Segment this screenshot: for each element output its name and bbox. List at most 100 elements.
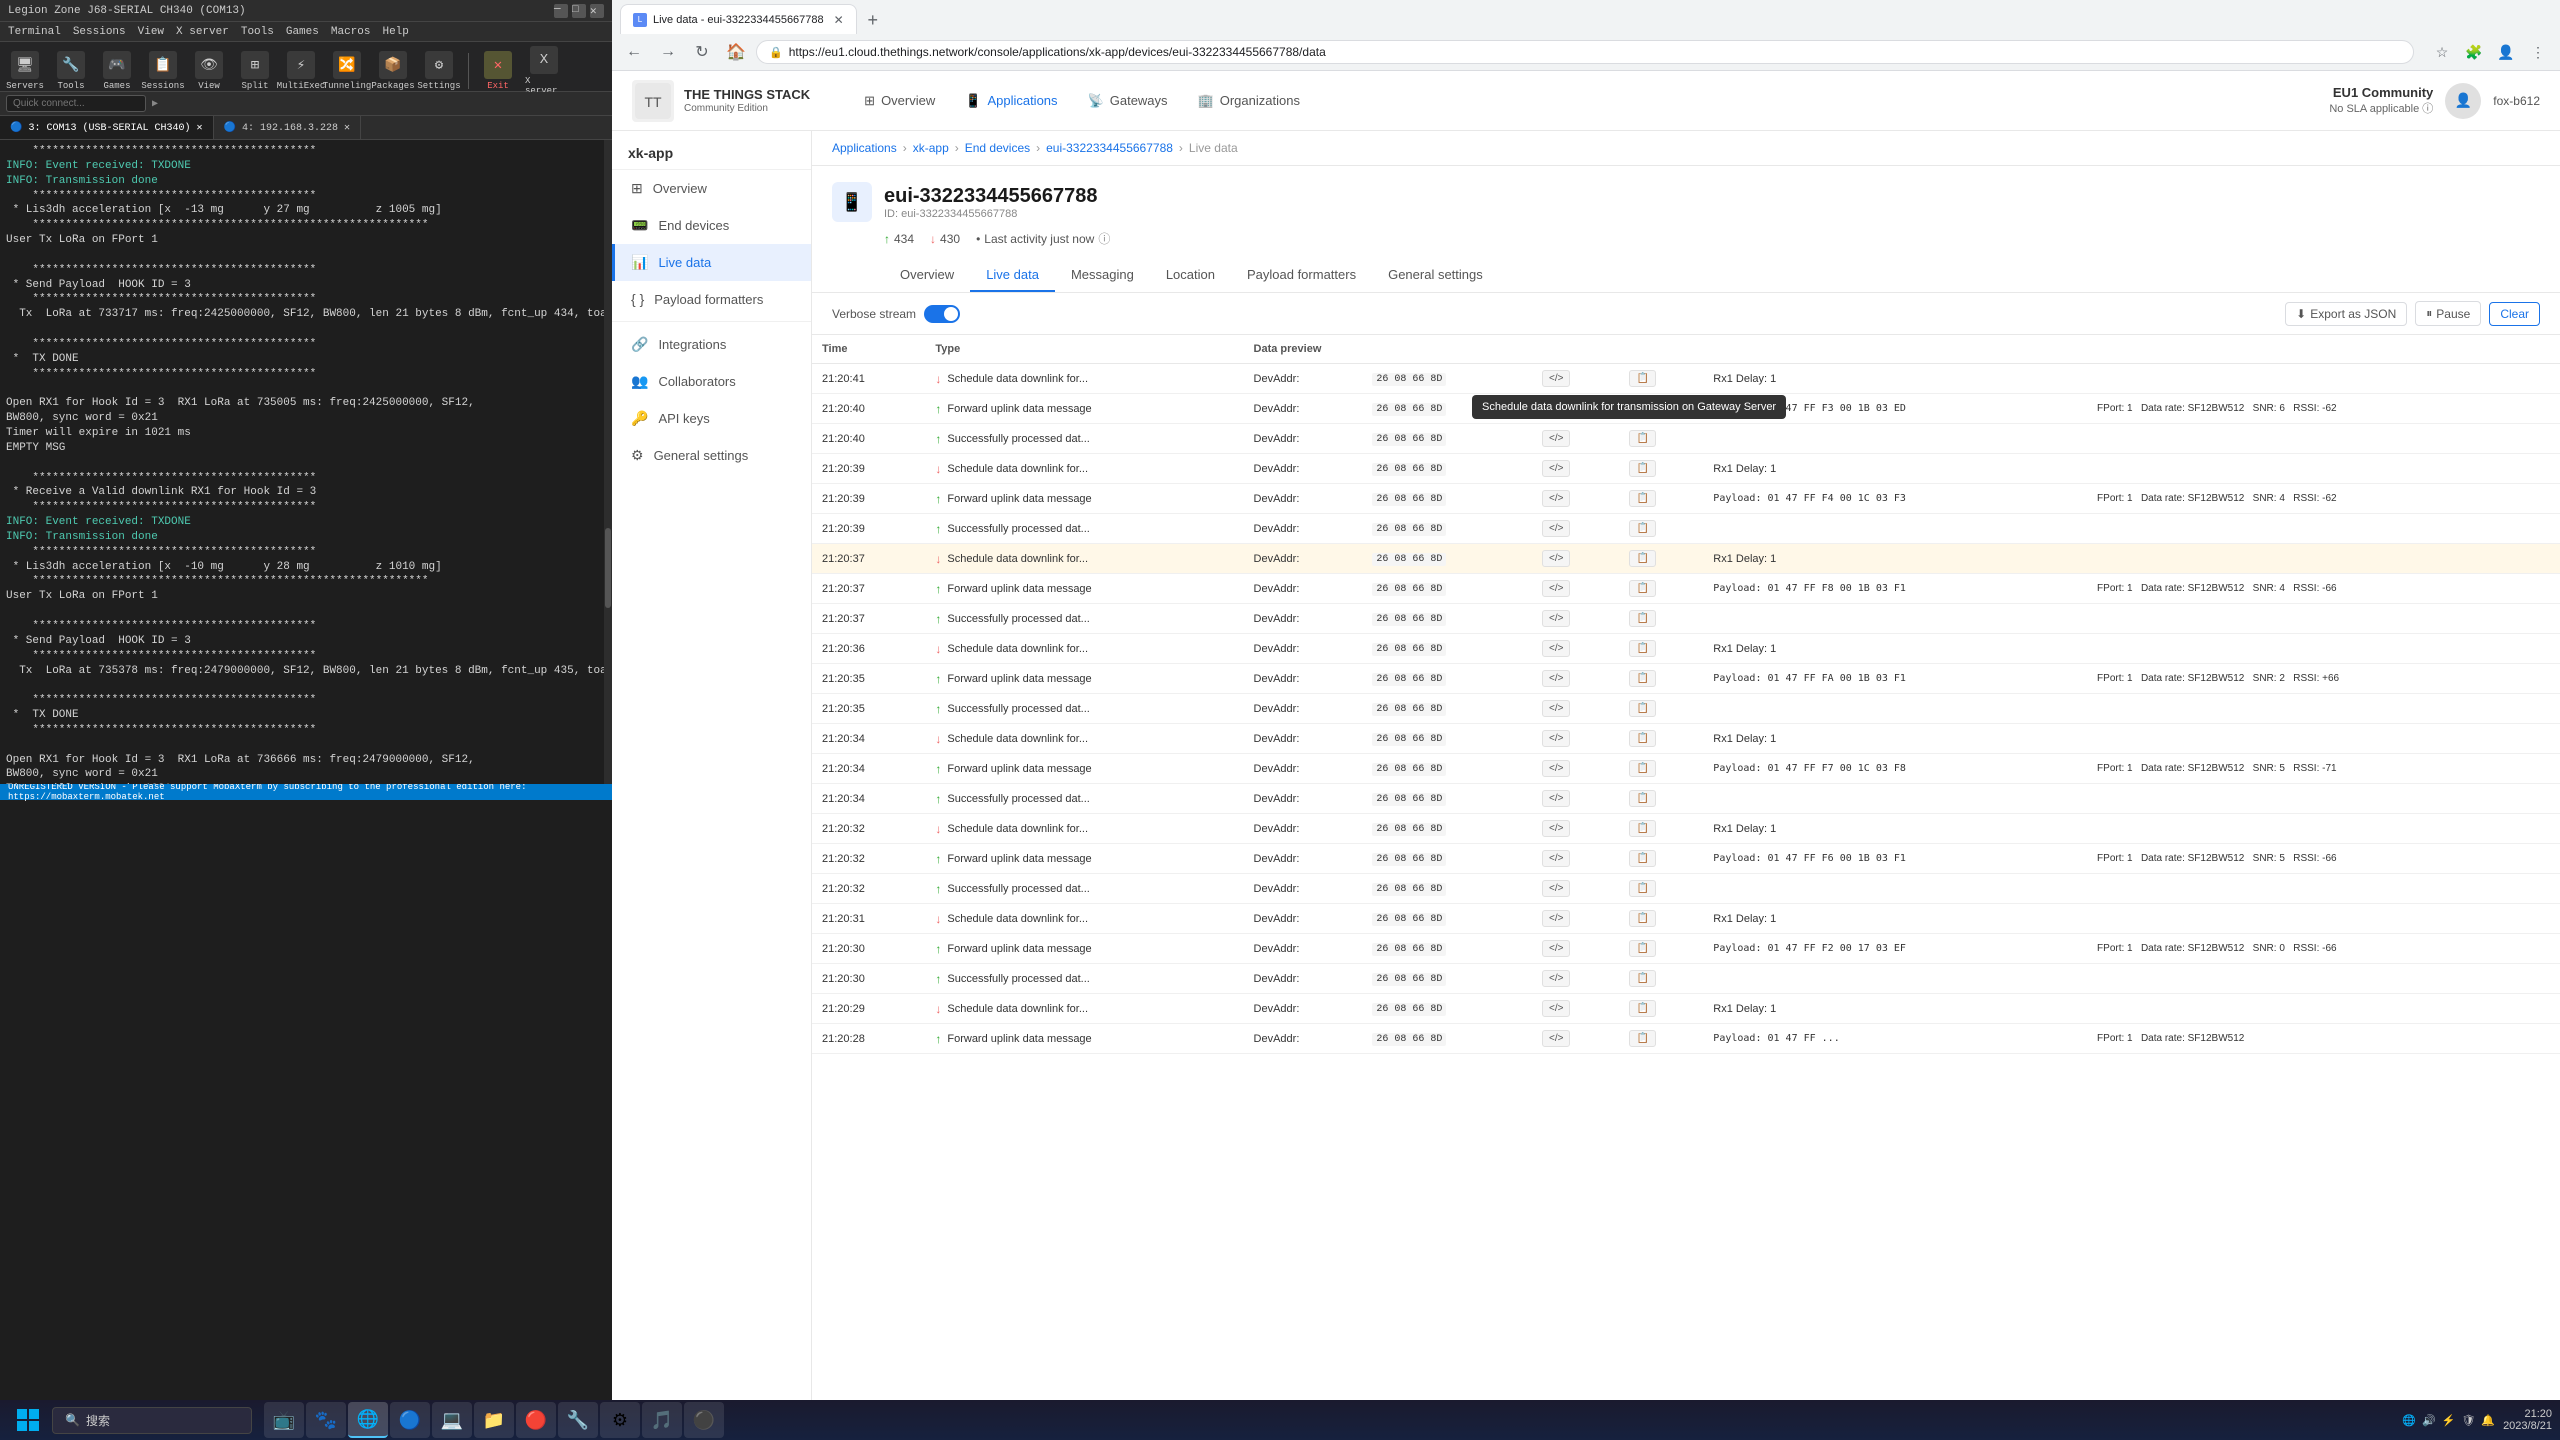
- row-action-detail[interactable]: 📋: [1619, 394, 1703, 424]
- table-row[interactable]: 21:20:41 ↓ Schedule data downlink for...…: [812, 364, 2560, 394]
- detail-btn[interactable]: 📋: [1629, 1000, 1655, 1017]
- tab-payload-formatters[interactable]: Payload formatters: [1231, 259, 1372, 292]
- terminal-scrollbar-thumb[interactable]: [605, 528, 611, 608]
- detail-btn[interactable]: 📋: [1629, 850, 1655, 867]
- live-data-table-container[interactable]: Schedule data downlink for transmission …: [812, 335, 2560, 1405]
- tab-live-data[interactable]: Live data: [970, 259, 1055, 292]
- taskbar-search[interactable]: 🔍 搜索: [52, 1407, 252, 1434]
- copy-btn[interactable]: </>: [1542, 670, 1570, 687]
- sidebar-item-payload[interactable]: { } Payload formatters: [612, 281, 811, 317]
- systray-notification-icon[interactable]: 🔔: [2481, 1414, 2495, 1427]
- tool-packages[interactable]: 📦 Packages: [372, 49, 414, 93]
- copy-btn[interactable]: </>: [1542, 700, 1570, 717]
- sidebar-item-api-keys[interactable]: 🔑 API keys: [612, 400, 811, 437]
- table-row[interactable]: 21:20:34 ↓Schedule data downlink for... …: [812, 724, 2560, 754]
- tool-settings[interactable]: ⚙ Settings: [418, 49, 460, 93]
- table-row[interactable]: 21:20:32 ↑Forward uplink data message De…: [812, 844, 2560, 874]
- table-row[interactable]: 21:20:39 ↓ Schedule data downlink for...…: [812, 454, 2560, 484]
- tab-general-settings[interactable]: General settings: [1372, 259, 1499, 292]
- sidebar-item-end-devices[interactable]: 📟 End devices: [612, 207, 811, 244]
- terminal-scrollbar[interactable]: [604, 140, 612, 784]
- taskbar-app-gear[interactable]: ⚙: [600, 1402, 640, 1438]
- tab-location[interactable]: Location: [1150, 259, 1231, 292]
- systray-network-icon[interactable]: 🌐: [2402, 1414, 2416, 1427]
- breadcrumb-xk-app[interactable]: xk-app: [913, 141, 949, 155]
- table-row[interactable]: 21:20:29 ↓Schedule data downlink for... …: [812, 994, 2560, 1024]
- taskbar-app-browser[interactable]: 🌐: [348, 1402, 388, 1438]
- tool-xserver[interactable]: X X server: [523, 44, 565, 98]
- menu-help[interactable]: Help: [382, 26, 408, 38]
- copy-btn[interactable]: </>: [1542, 760, 1570, 777]
- detail-btn[interactable]: 📋: [1629, 880, 1655, 897]
- pause-btn[interactable]: ⏸ Pause: [2415, 301, 2481, 326]
- nav-applications[interactable]: 📱 Applications: [951, 85, 1071, 117]
- copy-btn[interactable]: </>: [1542, 1030, 1570, 1047]
- new-tab-btn[interactable]: +: [859, 6, 887, 34]
- terminal-maximize-btn[interactable]: □: [572, 4, 586, 18]
- taskbar-app-terminal[interactable]: 💻: [432, 1402, 472, 1438]
- table-row[interactable]: 21:20:37 ↑ Forward uplink data message D…: [812, 574, 2560, 604]
- copy-btn[interactable]: </>: [1542, 940, 1570, 957]
- detail-btn[interactable]: 📋: [1629, 640, 1655, 657]
- detail-btn[interactable]: 📋: [1629, 1030, 1655, 1047]
- detail-btn[interactable]: 📋: [1629, 370, 1655, 387]
- copy-btn[interactable]: </>: [1542, 400, 1570, 417]
- browser-tab-active[interactable]: L Live data - eui-3322334455667788 ✕: [620, 4, 857, 34]
- table-row[interactable]: 21:20:39 ↑ Successfully processed dat...…: [812, 514, 2560, 544]
- tab-overview[interactable]: Overview: [884, 259, 970, 292]
- terminal-tab-2[interactable]: 🔵 4: 192.168.3.228 ✕: [214, 116, 362, 139]
- reload-btn[interactable]: ↻: [688, 38, 716, 66]
- taskbar-app-cat[interactable]: 🐾: [306, 1402, 346, 1438]
- terminal-minimize-btn[interactable]: ─: [554, 4, 568, 18]
- copy-btn[interactable]: </>: [1542, 820, 1570, 837]
- table-row[interactable]: 21:20:37 ↑Successfully processed dat... …: [812, 604, 2560, 634]
- table-row[interactable]: 21:20:39 ↑ Forward uplink data message D…: [812, 484, 2560, 514]
- detail-btn[interactable]: 📋: [1629, 490, 1655, 507]
- forward-btn[interactable]: →: [654, 38, 682, 66]
- detail-btn[interactable]: 📋: [1629, 550, 1655, 567]
- detail-btn[interactable]: 📋: [1629, 430, 1655, 447]
- menu-games[interactable]: Games: [286, 26, 319, 38]
- detail-btn[interactable]: 📋: [1629, 970, 1655, 987]
- verbose-toggle-switch[interactable]: [924, 305, 960, 323]
- menu-terminal[interactable]: Terminal: [8, 26, 61, 38]
- nav-organizations[interactable]: 🏢 Organizations: [1184, 85, 1314, 117]
- taskbar-app-blue[interactable]: 🔵: [390, 1402, 430, 1438]
- tab-close-icon[interactable]: ✕: [834, 13, 844, 27]
- systray-speaker-icon[interactable]: 🔊: [2422, 1414, 2436, 1427]
- sidebar-item-live-data[interactable]: 📊 Live data: [612, 244, 811, 281]
- menu-sessions[interactable]: Sessions: [73, 26, 126, 38]
- tool-split[interactable]: ⊞ Split: [234, 49, 276, 93]
- detail-btn[interactable]: 📋: [1629, 910, 1655, 927]
- info-icon[interactable]: ⓘ: [1098, 230, 1110, 247]
- nav-overview[interactable]: ⊞ Overview: [850, 85, 949, 117]
- home-btn[interactable]: 🏠: [722, 38, 750, 66]
- terminal-tab-1[interactable]: 🔵 3: COM13 (USB-SERIAL CH340) ✕: [0, 116, 214, 139]
- detail-btn[interactable]: 📋: [1629, 940, 1655, 957]
- terminal-close-btn[interactable]: ✕: [590, 4, 604, 18]
- bookmark-btn[interactable]: ☆: [2428, 38, 2456, 66]
- table-row[interactable]: 21:20:30 ↑Successfully processed dat... …: [812, 964, 2560, 994]
- copy-btn[interactable]: </>: [1542, 460, 1570, 477]
- copy-btn[interactable]: </>: [1542, 910, 1570, 927]
- tool-view[interactable]: 👁 View: [188, 49, 230, 93]
- menu-btn[interactable]: ⋮: [2524, 38, 2552, 66]
- table-row[interactable]: 21:20:32 ↓Schedule data downlink for... …: [812, 814, 2560, 844]
- detail-btn[interactable]: 📋: [1629, 580, 1655, 597]
- tool-servers[interactable]: 🖥 Servers: [4, 49, 46, 93]
- breadcrumb-end-devices[interactable]: End devices: [965, 141, 1030, 155]
- quick-connect-btn[interactable]: ▶: [152, 98, 158, 110]
- menu-xserver[interactable]: X server: [176, 26, 229, 38]
- tool-sessions[interactable]: 📋 Sessions: [142, 49, 184, 93]
- menu-view[interactable]: View: [138, 26, 164, 38]
- menu-tools[interactable]: Tools: [241, 26, 274, 38]
- sidebar-item-integrations[interactable]: 🔗 Integrations: [612, 326, 811, 363]
- taskbar-app-music[interactable]: 🎵: [642, 1402, 682, 1438]
- table-row[interactable]: 21:20:34 ↑Successfully processed dat... …: [812, 784, 2560, 814]
- copy-btn[interactable]: </>: [1542, 580, 1570, 597]
- taskbar-app-red[interactable]: 🔴: [516, 1402, 556, 1438]
- tool-games[interactable]: 🎮 Games: [96, 49, 138, 93]
- table-row[interactable]: 21:20:28 ↑Forward uplink data message De…: [812, 1024, 2560, 1054]
- clear-btn[interactable]: Clear: [2489, 302, 2540, 326]
- tool-close[interactable]: ✕ Exit: [477, 49, 519, 93]
